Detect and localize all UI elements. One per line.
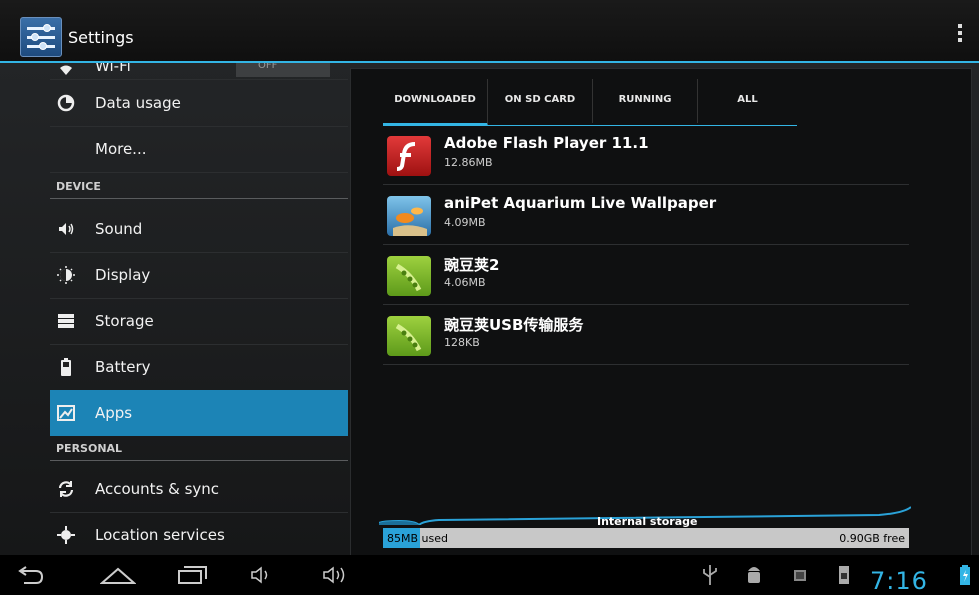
settings-content: Wi-Fi OFF Data usage More... DEVICE Soun… <box>0 63 979 558</box>
settings-item-label: Data usage <box>95 94 181 112</box>
tab-label: RUNNING <box>618 94 672 105</box>
settings-item-label: Display <box>95 266 151 284</box>
pea-pod-icon <box>387 316 431 356</box>
tab-label: ON SD CARD <box>504 94 576 105</box>
tab-label: ALL <box>737 94 758 105</box>
status-clock: 7:16 <box>870 567 928 595</box>
settings-list[interactable]: Wi-Fi OFF Data usage More... DEVICE Soun… <box>50 63 348 555</box>
home-icon[interactable] <box>100 563 136 587</box>
section-header-personal: PERSONAL <box>50 438 348 461</box>
display-icon <box>57 266 75 284</box>
app-name: Adobe Flash Player 11.1 <box>444 134 649 152</box>
screenshot-icon[interactable] <box>790 563 810 587</box>
pea-pod-icon <box>387 256 431 296</box>
tab-on-sd-card[interactable]: ON SD CARD <box>488 79 593 123</box>
settings-item-location[interactable]: Location services <box>50 512 348 555</box>
sd-card-icon[interactable] <box>834 563 854 587</box>
storage-label: Internal storage <box>597 515 698 528</box>
storage-icon <box>58 314 74 328</box>
battery-icon <box>61 358 71 376</box>
sync-icon <box>58 481 74 497</box>
tab-label: DOWNLOADED <box>394 94 476 105</box>
settings-item-label: More... <box>95 140 147 158</box>
data-usage-icon <box>57 94 75 112</box>
tab-running[interactable]: RUNNING <box>593 79 698 123</box>
app-size: 128KB <box>444 336 480 349</box>
battery-status-icon <box>960 565 970 585</box>
recent-apps-icon[interactable] <box>176 563 210 587</box>
settings-item-display[interactable]: Display <box>50 252 348 299</box>
settings-item-data-usage[interactable]: Data usage <box>50 80 348 127</box>
settings-item-label: Location services <box>95 526 225 544</box>
android-debug-icon[interactable] <box>744 563 764 587</box>
apps-icon <box>57 405 75 421</box>
section-header-label: DEVICE <box>56 180 101 193</box>
settings-item-sound[interactable]: Sound <box>50 206 348 253</box>
aquarium-icon <box>387 196 431 236</box>
page-title: Settings <box>68 28 134 47</box>
app-name: aniPet Aquarium Live Wallpaper <box>444 194 717 212</box>
location-icon <box>57 526 75 544</box>
settings-item-label: Accounts & sync <box>95 480 220 498</box>
usb-icon[interactable] <box>700 563 720 587</box>
settings-app-icon[interactable] <box>20 17 62 57</box>
settings-item-label: Battery <box>95 358 151 376</box>
storage-used-text: 85MB used <box>387 532 448 545</box>
settings-item-label: Sound <box>95 220 143 238</box>
settings-item-battery[interactable]: Battery <box>50 344 348 391</box>
app-name: 豌豆荚2 <box>444 256 500 274</box>
app-list-item[interactable]: aniPet Aquarium Live Wallpaper 4.09MB <box>383 184 909 245</box>
app-size: 4.06MB <box>444 276 486 289</box>
app-list-item[interactable]: 豌豆荚USB传输服务 128KB <box>383 304 909 365</box>
section-header-label: PERSONAL <box>56 442 123 455</box>
app-size: 12.86MB <box>444 156 493 169</box>
tab-all[interactable]: ALL <box>698 79 797 123</box>
settings-item-wifi[interactable]: Wi-Fi OFF <box>50 63 348 80</box>
volume-down-icon[interactable] <box>248 563 276 587</box>
wifi-toggle[interactable]: OFF <box>236 63 330 77</box>
volume-up-icon[interactable] <box>320 563 352 587</box>
app-name: 豌豆荚USB传输服务 <box>444 316 584 334</box>
settings-item-label: Apps <box>95 404 133 422</box>
section-header-device: DEVICE <box>50 176 348 199</box>
app-list-item[interactable]: Adobe Flash Player 11.1 12.86MB <box>383 124 909 185</box>
settings-item-storage[interactable]: Storage <box>50 298 348 345</box>
tab-downloaded[interactable]: DOWNLOADED <box>383 79 488 126</box>
wifi-toggle-label: OFF <box>258 63 278 71</box>
action-bar: Settings <box>0 0 979 62</box>
sound-icon <box>59 223 74 235</box>
apps-panel: DOWNLOADED ON SD CARD RUNNING ALL Adobe … <box>350 68 972 558</box>
back-icon[interactable] <box>14 563 46 587</box>
settings-item-label: Storage <box>95 312 154 330</box>
system-bar <box>0 555 979 595</box>
storage-usage-bar: 85MB used 0.90GB free <box>383 528 909 548</box>
overflow-menu-icon[interactable] <box>958 24 963 45</box>
settings-item-more[interactable]: More... <box>50 126 348 173</box>
settings-item-accounts-sync[interactable]: Accounts & sync <box>50 466 348 513</box>
app-size: 4.09MB <box>444 216 486 229</box>
wifi-icon <box>60 65 72 75</box>
settings-item-apps[interactable]: Apps <box>50 390 348 436</box>
settings-item-label: Wi-Fi <box>95 63 131 75</box>
flash-player-icon <box>387 136 431 176</box>
storage-free-text: 0.90GB free <box>839 532 905 545</box>
app-list-item[interactable]: 豌豆荚2 4.06MB <box>383 244 909 305</box>
